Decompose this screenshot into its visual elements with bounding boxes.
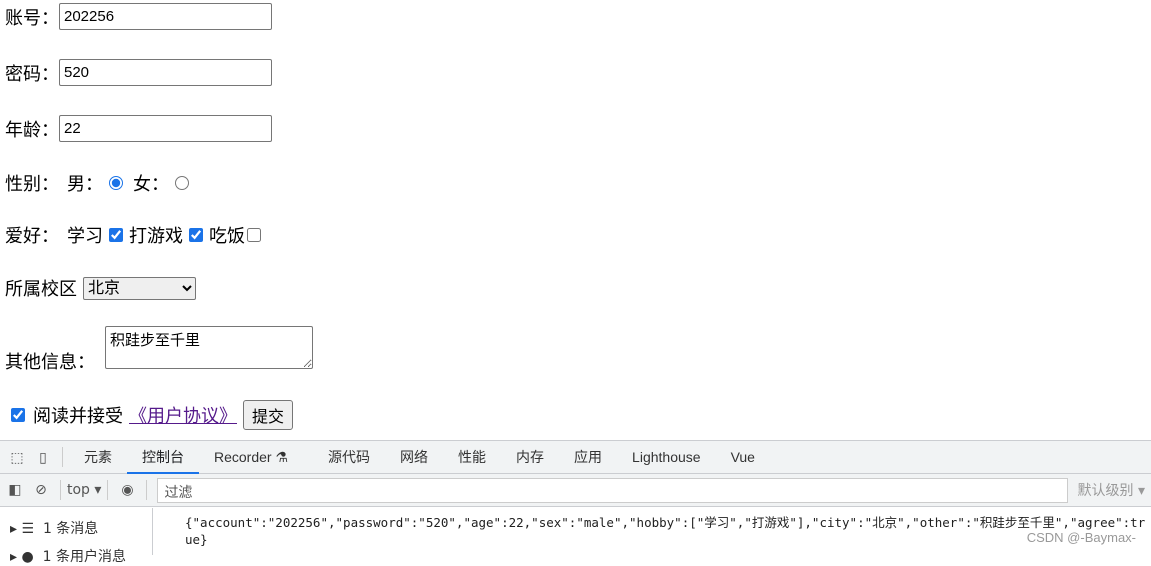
eye-icon[interactable]: ◉	[114, 482, 140, 498]
tab-lighthouse[interactable]: Lighthouse	[617, 441, 716, 474]
female-label: 女：	[133, 174, 169, 195]
context-select[interactable]: top ▾	[67, 482, 101, 498]
tab-elements[interactable]: 元素	[69, 441, 127, 474]
inspect-icon[interactable]: ⬚	[4, 449, 30, 466]
divider	[146, 480, 148, 500]
sidebar-toggle-icon[interactable]: ◧	[2, 482, 28, 498]
console-toolbar: ◧ ⊘ top ▾ ◉ 过滤 默认级别 ▾	[0, 474, 1151, 507]
hobby-game-label: 打游戏	[129, 226, 183, 247]
divider	[60, 480, 61, 500]
city-select[interactable]: 北京	[83, 276, 196, 300]
hobby-study-label: 学习	[67, 226, 103, 247]
watermark: CSDN @-Baymax-	[1026, 530, 1136, 545]
tab-sources[interactable]: 源代码	[313, 441, 385, 474]
devtools-tabs: ⬚ ▯ 元素 控制台 Recorder ⚗ 源代码 网络 性能 内存 应用 Li…	[0, 441, 1151, 474]
messages-label: 1 条消息	[42, 521, 99, 537]
filter-input[interactable]: 过滤	[157, 477, 1068, 503]
clear-console-icon[interactable]: ⊘	[28, 482, 54, 498]
hobby-eat-label: 吃饭	[209, 226, 245, 247]
agree-row: 阅读并接受 《用户协议》 提交	[5, 400, 294, 430]
age-label: 年龄：	[5, 119, 59, 141]
tab-network[interactable]: 网络	[385, 441, 443, 474]
tab-recorder-label: Recorder	[214, 448, 272, 465]
agree-checkbox[interactable]	[11, 408, 25, 422]
sidebar-item-messages[interactable]: ▸ ☰ 1 条消息	[10, 518, 98, 538]
password-input[interactable]	[59, 59, 272, 86]
male-radio[interactable]	[109, 176, 123, 190]
account-row: 账号：	[5, 3, 272, 30]
hobby-row: 爱好： 学习 打游戏 吃饭	[5, 222, 267, 248]
tab-vue[interactable]: Vue	[716, 441, 770, 474]
account-label: 账号：	[5, 7, 59, 29]
other-row: 其他信息： 积跬步至千里	[5, 326, 313, 373]
password-label: 密码：	[5, 63, 59, 85]
hobby-game-checkbox[interactable]	[189, 228, 203, 242]
submit-button[interactable]: 提交	[243, 400, 294, 430]
female-radio[interactable]	[175, 176, 189, 190]
device-toggle-icon[interactable]: ▯	[30, 449, 56, 466]
flask-icon: ⚗	[275, 448, 289, 465]
hobby-study-checkbox[interactable]	[109, 228, 123, 242]
hobby-label: 爱好：	[5, 226, 59, 247]
context-label: top	[67, 482, 90, 498]
password-row: 密码：	[5, 59, 272, 86]
hobby-eat-checkbox[interactable]	[247, 228, 261, 242]
city-row: 所属校区 北京	[5, 275, 196, 301]
tab-memory[interactable]: 内存	[501, 441, 559, 474]
sex-label: 性别：	[5, 174, 59, 195]
console-log-entry: {"account":"202256","password":"520","ag…	[185, 515, 1146, 547]
other-label: 其他信息：	[5, 352, 95, 373]
age-row: 年龄：	[5, 115, 272, 142]
agree-label: 阅读并接受	[33, 406, 123, 427]
other-textarea[interactable]: 积跬步至千里	[105, 326, 313, 369]
sex-row: 性别： 男： 女：	[5, 170, 195, 196]
city-label: 所属校区	[5, 279, 77, 300]
filter-placeholder: 过滤	[164, 484, 193, 501]
console-sidebar: ▸ ☰ 1 条消息 ▸ ● 1 条用户消息	[0, 508, 153, 565]
agreement-link[interactable]: 《用户协议》	[129, 402, 237, 428]
devtools-panel: ⬚ ▯ 元素 控制台 Recorder ⚗ 源代码 网络 性能 内存 应用 Li…	[0, 440, 1151, 565]
divider	[107, 480, 109, 500]
sidebar-item-user-messages[interactable]: ▸ ● 1 条用户消息	[10, 546, 126, 566]
tab-recorder[interactable]: Recorder ⚗	[199, 441, 303, 474]
tab-application[interactable]: 应用	[559, 441, 617, 474]
age-input[interactable]	[59, 115, 272, 142]
male-label: 男：	[67, 174, 103, 195]
user-messages-label: 1 条用户消息	[42, 549, 126, 565]
tab-performance[interactable]: 性能	[443, 441, 501, 474]
log-level-select[interactable]: 默认级别 ▾	[1078, 480, 1145, 500]
tab-console[interactable]: 控制台	[127, 441, 199, 474]
divider	[62, 447, 63, 467]
account-input[interactable]	[59, 3, 272, 30]
log-level-label: 默认级别	[1077, 483, 1134, 499]
dropdown-arrow-icon: ▾	[94, 482, 102, 498]
